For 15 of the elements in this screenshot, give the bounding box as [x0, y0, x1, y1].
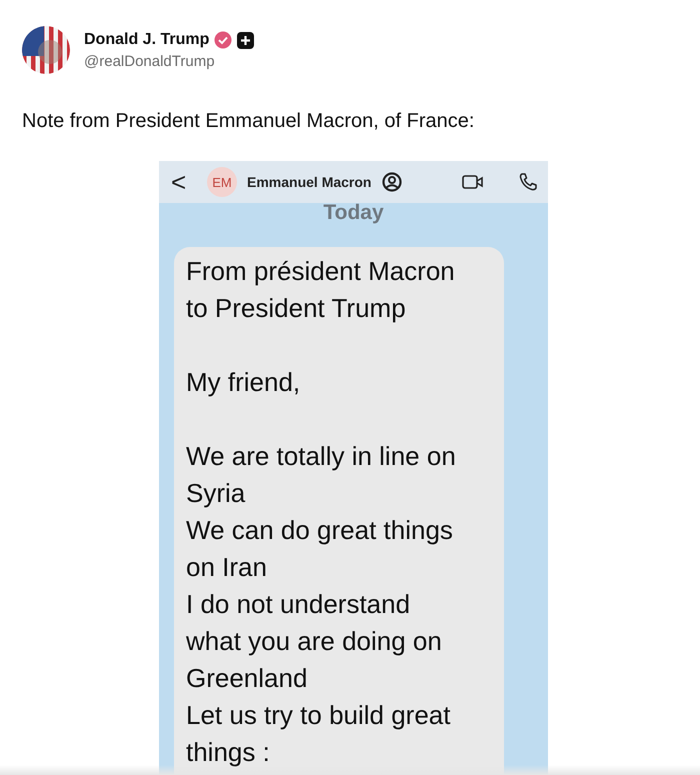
message-text: We are totally in line on Syria We can do great things on Iran I do not understand what you are doing on Greenland Let us try to build great things : — [186, 440, 457, 769]
message-text: My friend, — [186, 366, 302, 399]
contact-avatar: EM — [207, 167, 237, 197]
contact-icon[interactable] — [381, 172, 404, 192]
author-handle[interactable]: @realDonaldTrump — [84, 53, 254, 70]
plus-icon[interactable] — [237, 32, 254, 48]
author-name[interactable]: Donald J. Trump — [84, 31, 210, 49]
video-call-icon[interactable] — [462, 174, 484, 190]
back-button[interactable]: < — [171, 166, 197, 198]
contact-name: Emmanuel Macron — [247, 174, 372, 190]
post-text: Note from President Emmanuel Macron, of France: — [22, 110, 476, 133]
date-label: Today — [323, 201, 384, 225]
avatar[interactable] — [22, 26, 70, 74]
message-text: From président Macron to President Trump — [186, 255, 456, 325]
phone-icon[interactable] — [518, 172, 538, 192]
